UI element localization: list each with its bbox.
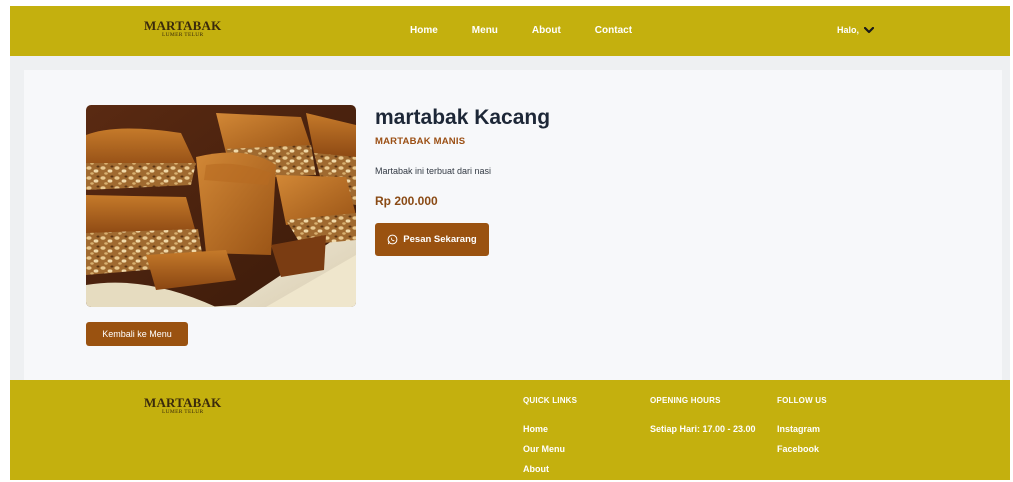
opening-hours-text: Setiap Hari: 17.00 - 23.00 — [650, 424, 756, 434]
martabak-photo — [86, 105, 356, 307]
main-nav: Home Menu About Contact — [410, 25, 666, 36]
product-price: Rp 200.000 — [375, 194, 438, 208]
footer-opening-hours: OPENING HOURS Setiap Hari: 17.00 - 23.00 — [650, 396, 756, 434]
footer-logo: MARTABAK LUMER TELUR — [144, 396, 221, 416]
follow-us-heading: FOLLOW US — [777, 396, 827, 405]
product-title: martabak Kacang — [375, 106, 551, 129]
product-description: Martabak ini terbuat dari nasi — [375, 166, 492, 176]
chevron-down-icon — [864, 26, 875, 33]
back-to-menu-label: Kembali ke Menu — [102, 329, 172, 339]
footer-link-facebook[interactable]: Facebook — [777, 444, 827, 454]
whatsapp-icon — [387, 234, 398, 245]
user-greeting: Halo, — [837, 25, 860, 35]
footer-brand-name: MARTABAK — [144, 395, 222, 410]
user-menu[interactable]: Halo, — [837, 25, 875, 35]
product-detail: martabak Kacang MARTABAK MANIS Martabak … — [24, 70, 1002, 380]
footer-link-home[interactable]: Home — [523, 424, 577, 434]
back-to-menu-button[interactable]: Kembali ke Menu — [86, 322, 188, 346]
nav-menu[interactable]: Menu — [472, 25, 498, 36]
brand-name: MARTABAK — [144, 18, 222, 33]
nav-contact[interactable]: Contact — [595, 25, 632, 36]
footer-link-about[interactable]: About — [523, 464, 577, 474]
footer-brand-tagline: LUMER TELUR — [161, 409, 204, 415]
site-header: MARTABAK LUMER TELUR Home Menu About Con… — [10, 6, 1010, 56]
product-image — [86, 105, 356, 307]
quick-links-heading: QUICK LINKS — [523, 396, 578, 405]
brand-logo[interactable]: MARTABAK LUMER TELUR — [144, 19, 221, 39]
nav-about[interactable]: About — [532, 25, 561, 36]
site-footer: MARTABAK LUMER TELUR QUICK LINKS Home Ou… — [10, 380, 1010, 480]
footer-link-instagram[interactable]: Instagram — [777, 424, 827, 434]
nav-home[interactable]: Home — [410, 25, 438, 36]
order-now-button[interactable]: Pesan Sekarang — [375, 223, 489, 256]
brand-tagline: LUMER TELUR — [161, 32, 204, 38]
product-category: MARTABAK MANIS — [375, 136, 466, 147]
footer-quick-links: QUICK LINKS Home Our Menu About — [523, 396, 577, 482]
opening-hours-heading: OPENING HOURS — [650, 396, 721, 405]
order-now-label: Pesan Sekarang — [403, 234, 477, 245]
footer-link-our-menu[interactable]: Our Menu — [523, 444, 577, 454]
footer-follow-us: FOLLOW US Instagram Facebook — [777, 396, 827, 464]
page-frame: MARTABAK LUMER TELUR Home Menu About Con… — [10, 6, 1010, 480]
